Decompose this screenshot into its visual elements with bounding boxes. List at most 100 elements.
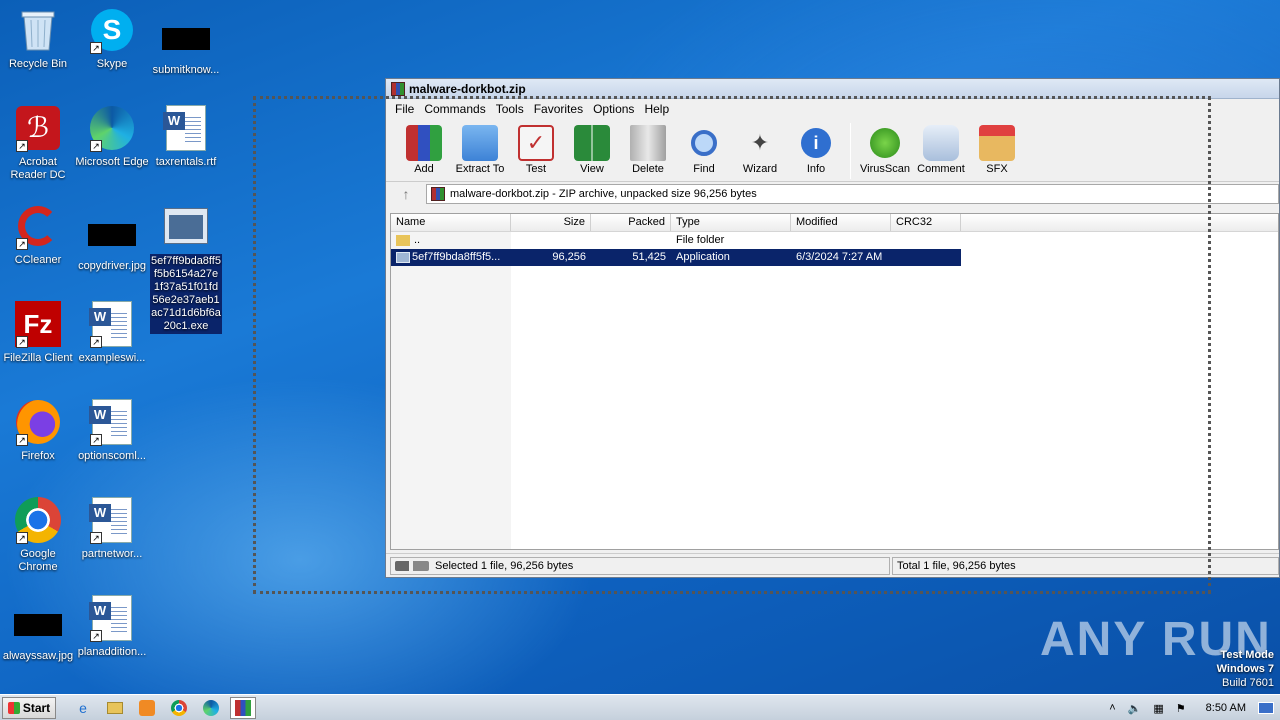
- toolbar-view-button[interactable]: View: [564, 123, 620, 175]
- column-packed[interactable]: Packed: [591, 214, 671, 231]
- desktop-icon-ccleaner[interactable]: ↗ CCleaner: [0, 202, 76, 267]
- taskbar-media-player-icon[interactable]: [134, 697, 160, 719]
- row-type: File folder: [676, 234, 725, 246]
- toolbar-label: Add: [414, 163, 434, 175]
- file-list[interactable]: Name Size Packed Type Modified CRC32 .. …: [390, 213, 1279, 550]
- icon-label: Acrobat Reader DC: [10, 156, 66, 181]
- test-mode-line1: Test Mode: [1220, 649, 1274, 661]
- flag-icon[interactable]: ⚑: [1176, 702, 1186, 715]
- info-icon: i: [798, 125, 834, 161]
- wizard-wand-icon: ✦: [750, 130, 770, 155]
- desktop-icon-filezilla[interactable]: Fz ↗ FileZilla Client: [0, 300, 76, 365]
- network-icon[interactable]: ▦: [1153, 702, 1163, 715]
- toolbar-virusscan-button[interactable]: VirusScan: [857, 123, 913, 175]
- icon-label: submitknow...: [152, 64, 220, 76]
- image-thumbnail: [14, 614, 62, 636]
- volume-icon[interactable]: 🔈: [1128, 702, 1142, 715]
- system-tray: ˄ 🔈 ▦ ⚑ 8:50 AM: [1103, 695, 1280, 720]
- add-archive-icon: [406, 125, 442, 161]
- column-size[interactable]: Size: [511, 214, 591, 231]
- recycle-bin-icon: [14, 6, 62, 54]
- clock[interactable]: 8:50 AM: [1206, 702, 1246, 714]
- taskbar-edge-icon[interactable]: [198, 697, 224, 719]
- icon-label: Skype: [96, 58, 128, 70]
- toolbar-label: Test: [525, 163, 547, 175]
- taskbar-winrar-icon[interactable]: [230, 696, 256, 719]
- taskbar-chrome-icon[interactable]: [166, 697, 192, 719]
- toolbar-label: View: [580, 163, 604, 175]
- list-item-parent-folder[interactable]: .. File folder: [391, 232, 1278, 249]
- menu-commands[interactable]: Commands: [419, 102, 490, 116]
- desktop-icon-partnetwor[interactable]: W ↗ partnetwor...: [74, 496, 150, 561]
- toolbar-label: Wizard: [742, 163, 778, 175]
- menu-tools[interactable]: Tools: [491, 102, 529, 116]
- desktop-icon-malware-exe[interactable]: 5ef7ff9bda8ff5f5b6154a27e1f37a51f01fd56e…: [148, 202, 224, 334]
- toolbar-comment-button[interactable]: Comment: [913, 123, 969, 175]
- desktop-icon-optionscoml[interactable]: W ↗ optionscoml...: [74, 398, 150, 463]
- icon-label: Firefox: [21, 450, 55, 462]
- up-arrow-icon[interactable]: ↑: [386, 186, 426, 202]
- column-modified[interactable]: Modified: [791, 214, 891, 231]
- tray-expand-icon[interactable]: ˄: [1109, 702, 1115, 714]
- test-mode-line3: Build 7601: [1222, 677, 1274, 689]
- menu-help[interactable]: Help: [639, 102, 674, 116]
- folder-icon: [396, 234, 410, 246]
- taskbar: Start e ˄ 🔈 ▦ ⚑ 8:50 AM: [0, 694, 1280, 720]
- desktop-icon-taxrentals[interactable]: W taxrentals.rtf: [148, 104, 224, 169]
- desktop-icon-copydriver[interactable]: copydriver.jpg: [74, 202, 150, 273]
- winrar-window[interactable]: malware-dorkbot.zip File Commands Tools …: [385, 78, 1280, 578]
- start-label: Start: [22, 700, 51, 715]
- toolbar-label: Extract To: [455, 163, 505, 175]
- desktop-icon-firefox[interactable]: ↗ Firefox: [0, 398, 76, 463]
- icon-label: FileZilla Client: [3, 352, 73, 364]
- toolbar-wizard-button[interactable]: ✦ Wizard: [732, 123, 788, 175]
- desktop-icon-edge[interactable]: ↗ Microsoft Edge: [74, 104, 150, 169]
- ccleaner-icon: ↗: [14, 202, 62, 250]
- status-total-text: Total 1 file, 96,256 bytes: [897, 559, 1016, 572]
- toolbar-test-button[interactable]: ✓ Test: [508, 123, 564, 175]
- list-item-selected-file[interactable]: 5ef7ff9bda8ff5f5... 96,256 51,425 Applic…: [391, 249, 961, 266]
- toolbar-label: Comment: [917, 163, 965, 175]
- menu-favorites[interactable]: Favorites: [529, 102, 588, 116]
- comment-icon: [923, 125, 959, 161]
- desktop-icon-acrobat[interactable]: ℬ ↗ Acrobat Reader DC: [0, 104, 76, 182]
- chrome-icon: ↗: [14, 496, 62, 544]
- toolbar-label: Find: [693, 163, 715, 175]
- toolbar-sfx-button[interactable]: SFX: [969, 123, 1025, 175]
- column-name[interactable]: Name: [391, 214, 511, 231]
- word-document-icon: W ↗: [88, 594, 136, 642]
- icon-label: copydriver.jpg: [78, 260, 146, 272]
- filezilla-icon: Fz ↗: [14, 300, 62, 348]
- toolbar-add-button[interactable]: Add: [396, 123, 452, 175]
- desktop-icon-recycle-bin[interactable]: Recycle Bin: [0, 6, 76, 71]
- toolbar-info-button[interactable]: i Info: [788, 123, 844, 175]
- desktop-icon-chrome[interactable]: ↗ Google Chrome: [0, 496, 76, 574]
- icon-label: Recycle Bin: [8, 58, 68, 70]
- toolbar-find-button[interactable]: Find: [676, 123, 732, 175]
- drive-icon[interactable]: [395, 560, 429, 571]
- taskbar-ie-icon[interactable]: e: [70, 697, 96, 719]
- menu-options[interactable]: Options: [588, 102, 639, 116]
- column-type[interactable]: Type: [671, 214, 791, 231]
- column-crc32[interactable]: CRC32: [891, 214, 961, 231]
- taskbar-explorer-icon[interactable]: [102, 697, 128, 719]
- extract-folder-icon: [462, 125, 498, 161]
- icon-label: partnetwor...: [81, 548, 143, 560]
- show-desktop-icon[interactable]: [1258, 702, 1274, 714]
- toolbar-delete-button[interactable]: Delete: [620, 123, 676, 175]
- desktop-icon-planaddition[interactable]: W ↗ planaddition...: [74, 594, 150, 659]
- archive-path-text: malware-dorkbot.zip - ZIP archive, unpac…: [450, 187, 757, 200]
- start-button[interactable]: Start: [2, 696, 56, 719]
- desktop-icon-exampleswi[interactable]: W ↗ exampleswi...: [74, 300, 150, 365]
- desktop-icon-skype[interactable]: S ↗ Skype: [74, 6, 150, 71]
- toolbar-extract-button[interactable]: Extract To: [452, 123, 508, 175]
- desktop-icon-alwayssaw[interactable]: alwayssaw.jpg: [0, 600, 76, 663]
- zip-archive-icon: [431, 186, 445, 201]
- windows-flag-icon: [7, 701, 20, 714]
- archive-path-field[interactable]: malware-dorkbot.zip - ZIP archive, unpac…: [426, 183, 1279, 204]
- desktop-icon-submitknow[interactable]: submitknow...: [148, 6, 224, 77]
- word-document-icon: W ↗: [88, 398, 136, 446]
- skype-icon: S ↗: [88, 6, 136, 54]
- menu-file[interactable]: File: [390, 102, 419, 116]
- window-titlebar[interactable]: malware-dorkbot.zip: [386, 79, 1279, 99]
